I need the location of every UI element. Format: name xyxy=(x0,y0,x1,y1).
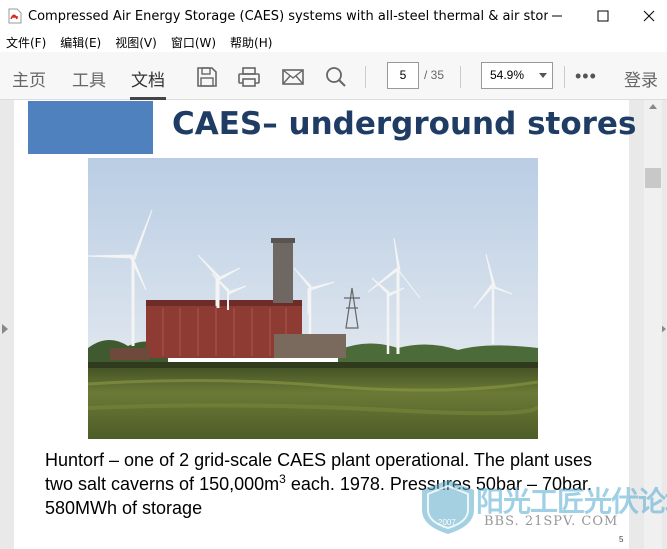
more-options-button[interactable]: ••• xyxy=(575,66,597,87)
minimize-button[interactable] xyxy=(534,0,580,32)
toolbar: 主页 工具 文档 xyxy=(0,52,667,100)
slide-accent-block xyxy=(28,101,153,154)
print-icon[interactable] xyxy=(237,65,261,89)
caption-superscript: 3 xyxy=(279,472,286,486)
menu-help[interactable]: 帮助(H) xyxy=(230,34,272,51)
watermark-logo-icon xyxy=(418,478,478,536)
title-bar: Compressed Air Energy Storage (CAES) sys… xyxy=(0,0,667,32)
close-button[interactable] xyxy=(626,0,667,32)
menu-window[interactable]: 窗口(W) xyxy=(171,34,216,51)
search-icon[interactable] xyxy=(324,65,348,89)
menu-edit[interactable]: 编辑(E) xyxy=(60,34,101,51)
tab-home[interactable]: 主页 xyxy=(12,66,46,91)
menu-bar: 文件(F) 编辑(E) 视图(V) 窗口(W) 帮助(H) xyxy=(0,32,667,52)
scrollbar-thumb[interactable] xyxy=(645,168,661,188)
toolbar-divider xyxy=(365,66,366,88)
window-title: Compressed Air Energy Storage (CAES) sys… xyxy=(28,8,548,24)
scroll-up-icon[interactable] xyxy=(649,104,657,109)
menu-view[interactable]: 视图(V) xyxy=(115,34,157,51)
page-number-input[interactable]: 5 xyxy=(387,62,419,89)
slide-title: CAES– underground stores xyxy=(172,106,637,142)
huntorf-plant-photo xyxy=(88,158,538,439)
watermark-url: BBS. 21SPV. COM xyxy=(484,514,619,529)
login-button[interactable]: 登录 xyxy=(624,66,658,91)
pdf-file-icon xyxy=(8,8,22,24)
slide-page-number: 5 xyxy=(619,535,624,544)
toolbar-divider xyxy=(564,66,565,88)
menu-file[interactable]: 文件(F) xyxy=(6,34,46,51)
toolbar-divider xyxy=(460,66,461,88)
collapse-left-panel-icon[interactable] xyxy=(2,324,8,334)
email-icon[interactable] xyxy=(281,65,305,89)
save-icon[interactable] xyxy=(195,65,219,89)
page-total: / 35 xyxy=(424,68,445,82)
tab-tools[interactable]: 工具 xyxy=(72,66,106,91)
tab-document[interactable]: 文档 xyxy=(131,66,165,91)
chevron-down-icon[interactable] xyxy=(539,73,547,78)
maximize-button[interactable] xyxy=(580,0,626,32)
watermark-year: 2007 xyxy=(438,518,456,527)
